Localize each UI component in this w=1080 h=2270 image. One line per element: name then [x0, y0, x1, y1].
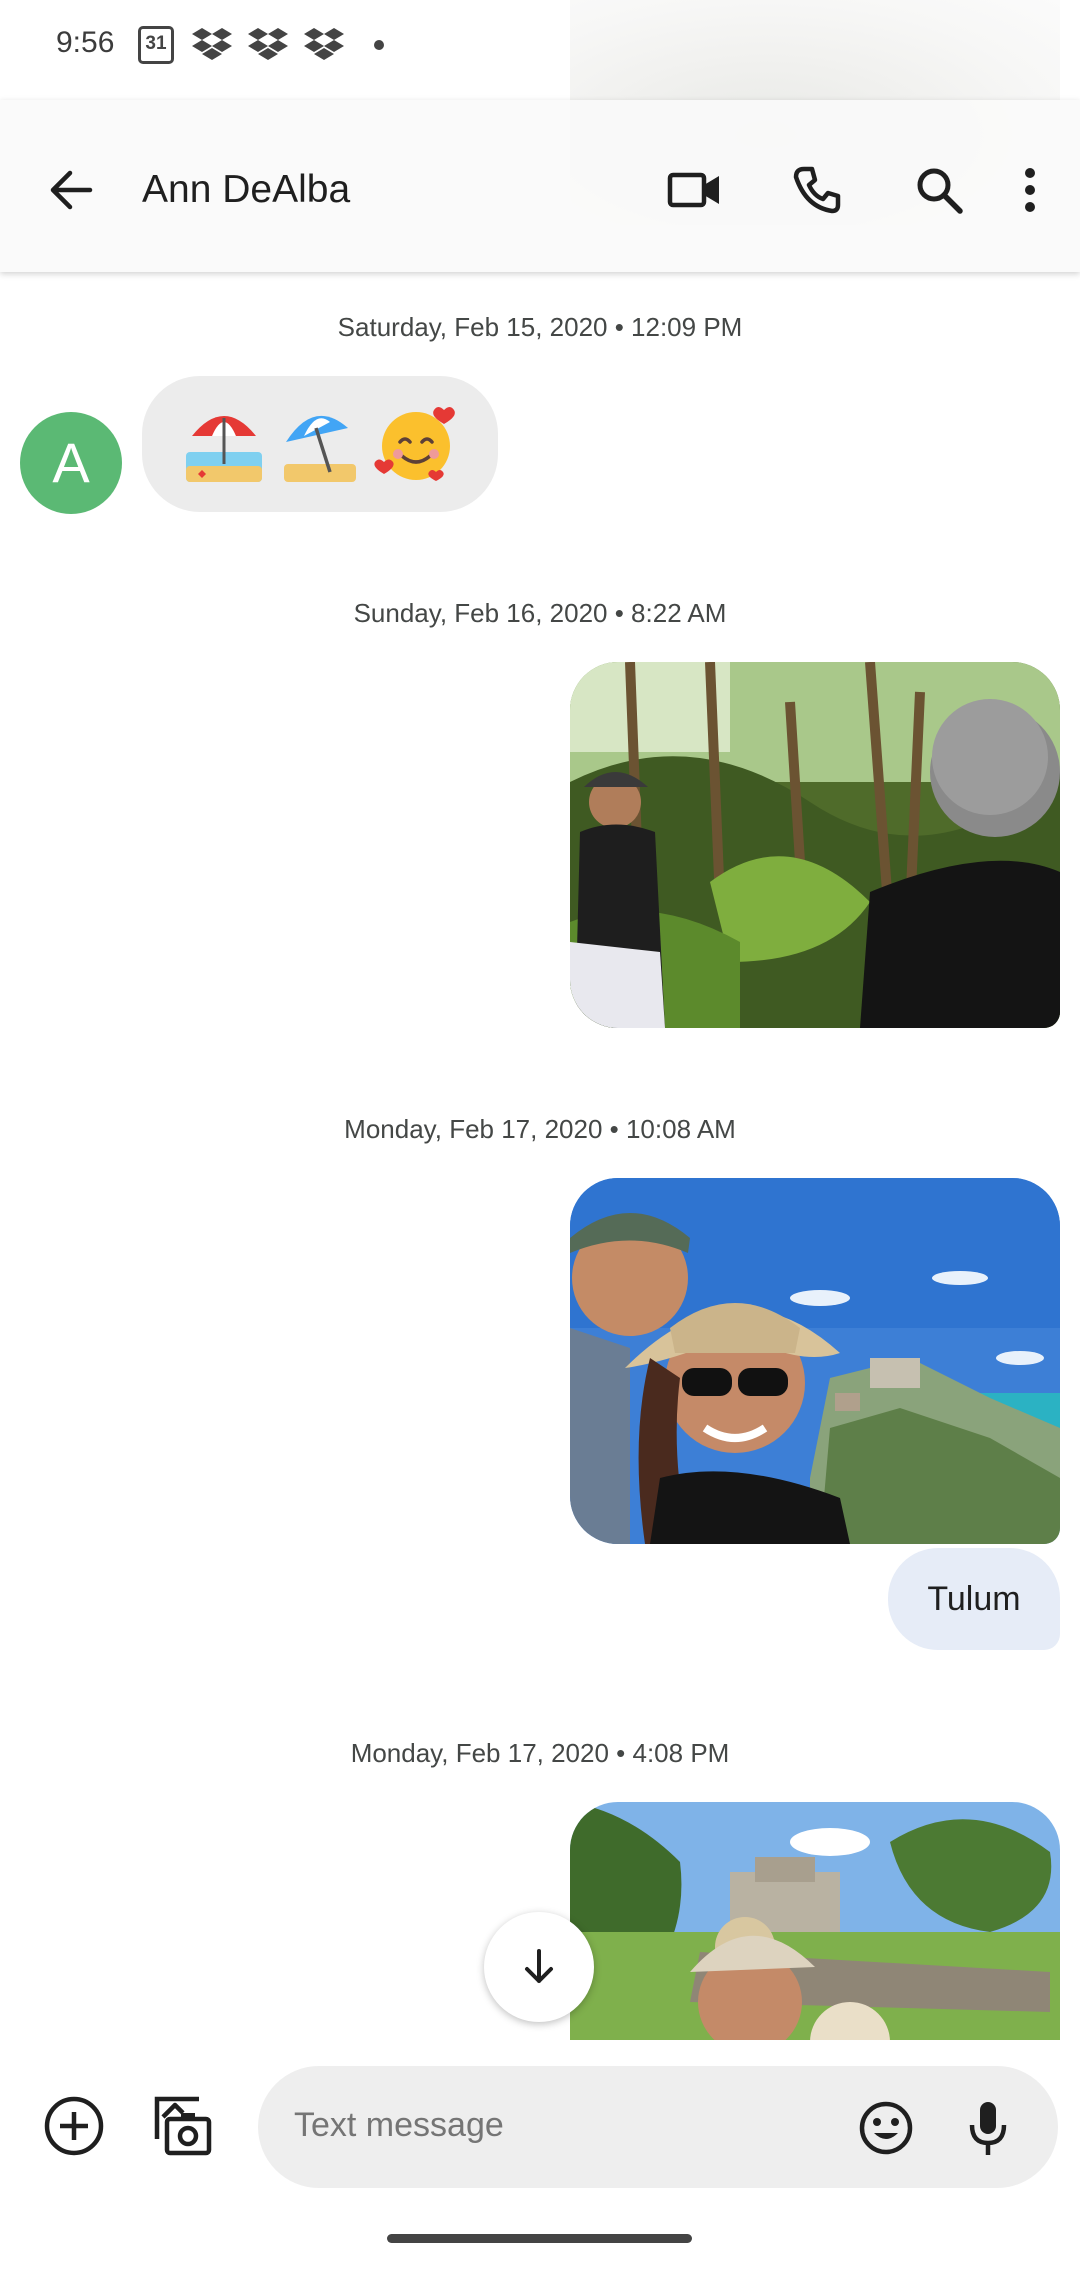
add-circle-icon [44, 2096, 104, 2156]
phone-icon [793, 166, 841, 214]
video-call-button[interactable] [634, 154, 756, 226]
date-separator: Monday, Feb 17, 2020 • 10:08 AM [344, 1114, 736, 1144]
dropbox-icon [192, 28, 232, 60]
app-bar-actions [634, 154, 1060, 226]
more-icon [1025, 168, 1035, 212]
emoji-button[interactable] [850, 2092, 922, 2164]
avatar[interactable]: A [20, 412, 122, 514]
video-call-icon [667, 172, 719, 208]
notification-dot [374, 40, 384, 50]
back-button[interactable] [40, 158, 104, 222]
gallery-camera-icon [154, 2096, 212, 2156]
back-arrow-icon [50, 170, 93, 210]
status-time: 9:56 [56, 26, 115, 59]
phone-call-button[interactable] [756, 154, 878, 226]
voice-input-button[interactable] [952, 2092, 1024, 2164]
photo-message-jungle[interactable] [570, 662, 1060, 1028]
more-options-button[interactable] [1000, 154, 1060, 226]
microphone-icon [969, 2102, 1007, 2155]
gallery-camera-button[interactable] [144, 2090, 216, 2162]
date-separator: Monday, Feb 17, 2020 • 4:08 PM [350, 1738, 730, 1768]
photo-jungle [570, 662, 1060, 1028]
scroll-to-bottom-button[interactable] [484, 1912, 594, 2022]
app-bar: Ann DeAlba [0, 100, 1080, 272]
dropbox-icon [304, 28, 344, 60]
home-indicator[interactable] [387, 2234, 692, 2243]
outgoing-message-bubble[interactable]: Tulum [888, 1548, 1060, 1650]
photo-tulum-selfie [570, 1178, 1060, 1544]
beach-umbrella-emoji [186, 416, 262, 482]
photo-message-tulum-selfie[interactable] [570, 1178, 1060, 1544]
arrow-down-icon [525, 1949, 553, 1983]
photo-ruins [570, 1802, 1060, 2042]
umbrella-on-ground-emoji [284, 415, 356, 482]
incoming-message-bubble[interactable] [142, 376, 498, 512]
add-attachment-button[interactable] [38, 2090, 110, 2162]
compose-field [258, 2066, 1058, 2188]
contact-name[interactable]: Ann DeAlba [142, 168, 350, 212]
date-separator: Saturday, Feb 15, 2020 • 12:09 PM [337, 312, 743, 342]
search-icon [917, 168, 963, 214]
search-button[interactable] [878, 154, 1000, 226]
text-message-input[interactable] [294, 2106, 794, 2145]
dropbox-icon [248, 28, 288, 60]
photo-message-ruins[interactable] [570, 1802, 1060, 2042]
calendar-icon: 31 [138, 26, 174, 64]
date-separator: Sunday, Feb 16, 2020 • 8:22 AM [353, 598, 727, 628]
smiling-face-with-hearts-emoji [374, 407, 455, 481]
emoji-icon [859, 2101, 913, 2155]
